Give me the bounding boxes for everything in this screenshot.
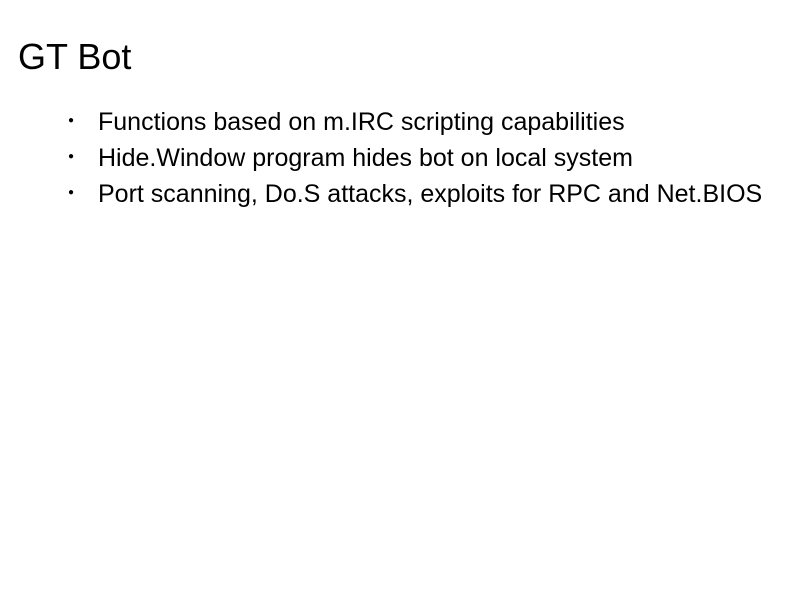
list-item: Hide.Window program hides bot on local s… [68, 142, 764, 174]
list-item: Port scanning, Do.S attacks, exploits fo… [68, 178, 764, 210]
list-item: Functions based on m.IRC scripting capab… [68, 106, 764, 138]
bullet-list: Functions based on m.IRC scripting capab… [68, 106, 764, 210]
slide: GT Bot Functions based on m.IRC scriptin… [0, 0, 794, 595]
slide-title: GT Bot [18, 36, 764, 78]
slide-content: Functions based on m.IRC scripting capab… [30, 106, 764, 210]
